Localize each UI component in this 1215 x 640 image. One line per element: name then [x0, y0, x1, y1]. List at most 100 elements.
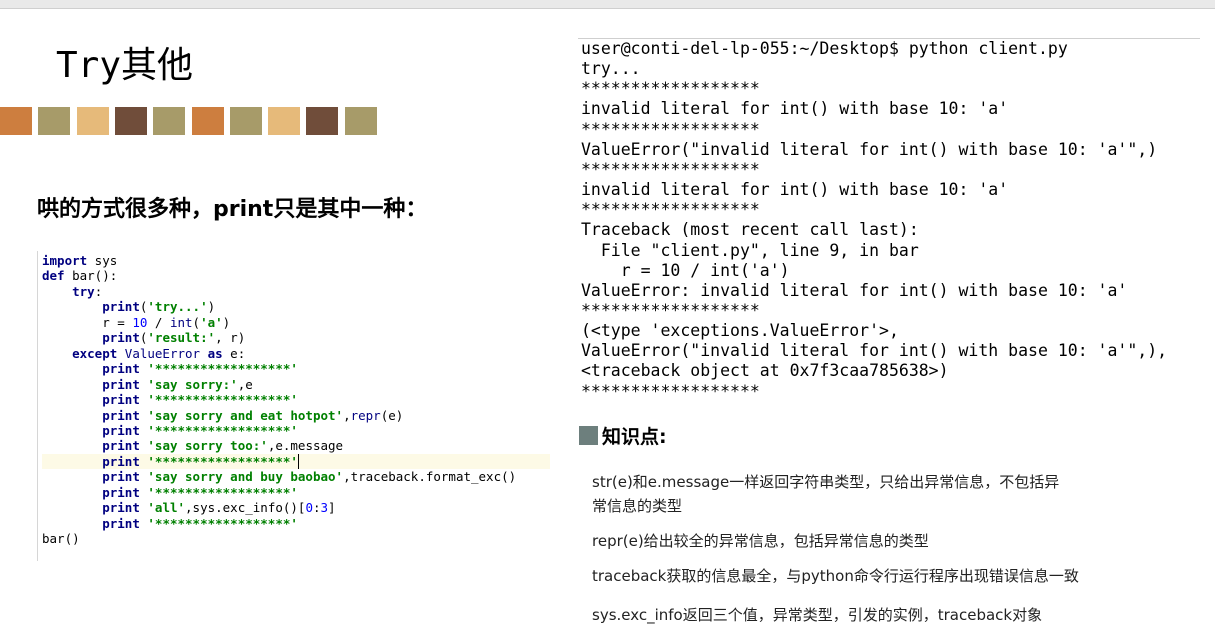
knowledge-item: repr(e)给出较全的异常信息，包括异常信息的类型 [592, 532, 929, 550]
color-swatch [191, 107, 224, 135]
code-line: print 'say sorry and buy baobao',traceba… [42, 469, 550, 485]
code-token: try [72, 283, 95, 299]
terminal-line: ****************** [581, 119, 760, 139]
code-token: print [102, 392, 140, 408]
code-line: print '******************' [42, 516, 550, 532]
code-token: print [102, 422, 140, 438]
code-token: print [102, 330, 140, 346]
code-token: 0 [305, 500, 313, 516]
code-line: print 'say sorry and eat hotpot',repr(e) [42, 408, 550, 424]
code-token: 'say sorry and eat hotpot' [147, 407, 344, 423]
code-token: print [102, 484, 140, 500]
terminal-line: user@conti-del-lp-055:~/Desktop$ python … [581, 39, 1068, 58]
terminal-line: File "client.py", line 9, in bar [581, 240, 919, 260]
code-token: ValueError [124, 345, 201, 361]
code-token: import [42, 253, 88, 268]
terminal-line: <traceback object at 0x7f3caa785638>) [581, 361, 949, 381]
code-token: def [42, 268, 65, 284]
code-token: 'a' [200, 314, 223, 330]
terminal-line: Traceback (most recent call last): [581, 220, 919, 240]
color-swatch [114, 107, 147, 135]
code-token: r = [42, 314, 133, 330]
code-token: 'result:' [147, 330, 216, 346]
terminal-line: r = 10 / int('a') [581, 260, 790, 280]
code-token: print [102, 361, 140, 377]
code-token: 'say sorry and buy baobao' [147, 469, 344, 485]
terminal-line: ****************** [581, 159, 760, 179]
code-token: 'all' [147, 500, 186, 516]
code-token: : [94, 283, 103, 299]
code-token: 'say sorry:' [147, 376, 238, 392]
code-token: sys [87, 253, 118, 268]
code-token: '******************' [147, 484, 298, 500]
terminal-line: invalid literal for int() with base 10: … [581, 180, 1009, 200]
terminal-line: ****************** [581, 200, 760, 220]
code-line: r = 10 / int('a') [42, 315, 550, 331]
code-token: ,sys.exc_info()[ [185, 500, 306, 516]
terminal-line: ValueError: invalid literal for int() wi… [581, 280, 1128, 300]
code-line: except ValueError as e: [42, 346, 550, 362]
color-swatch [306, 107, 339, 135]
code-token: 10 [132, 314, 148, 330]
code-token: '******************' [147, 361, 298, 377]
code-line: def bar(): [42, 268, 550, 284]
code-token: print [102, 500, 140, 516]
code-line: print '******************' [42, 392, 550, 408]
code-token: ) [222, 314, 231, 330]
slide-title: Try其他 [56, 45, 194, 86]
terminal-line: ****************** [581, 79, 760, 99]
text-cursor [297, 453, 299, 469]
code-token: print [102, 515, 140, 531]
color-swatch [229, 107, 262, 135]
code-line: print '******************' [42, 485, 550, 501]
code-line: bar() [42, 531, 550, 547]
terminal-line: (<type 'exceptions.ValueError'>, [581, 321, 899, 341]
code-token: as [207, 345, 223, 361]
code-token: , r) [215, 330, 246, 346]
code-line: print '******************' [42, 423, 550, 439]
knowledge-title: 知识点: [602, 425, 667, 448]
square-bullet-icon [579, 425, 598, 445]
code-token: / [147, 314, 170, 330]
color-swatch [153, 107, 186, 135]
code-token: print [102, 438, 140, 454]
terminal-line: ValueError("invalid literal for int() wi… [581, 139, 1158, 159]
window-top-bar [0, 0, 1215, 9]
code-token: 'say sorry too:' [147, 438, 268, 454]
knowledge-heading: 知识点: [579, 421, 667, 449]
code-editor: import sys def bar(): try: print('try...'… [37, 251, 551, 561]
code-line: print 'all',sys.exc_info()[0:3] [42, 500, 550, 516]
terminal-line: invalid literal for int() with base 10: … [581, 99, 1009, 119]
code-token: print [102, 376, 140, 392]
code-token: bar(): [64, 268, 118, 284]
color-swatch [268, 107, 301, 135]
code-token: , [343, 407, 351, 423]
code-line: print 'say sorry too:',e.message [42, 438, 550, 454]
code-token: ( [192, 314, 201, 330]
slide-subtitle: 哄的方式很多种，print只是其中一种： [37, 197, 428, 222]
code-line: try: [42, 284, 550, 300]
code-token: bar() [42, 531, 80, 547]
code-token: print [102, 407, 140, 423]
code-token: ] [328, 500, 336, 516]
terminal-line: ****************** [581, 300, 760, 320]
code-token: 'try...' [147, 299, 208, 315]
code-line: print('try...') [42, 299, 550, 315]
code-line: print '******************' [42, 453, 550, 470]
terminal-line: try... [581, 59, 641, 79]
code-token: except [72, 345, 118, 361]
code-token: print [102, 299, 140, 315]
color-swatch [0, 107, 32, 135]
code-token: print [102, 453, 140, 469]
